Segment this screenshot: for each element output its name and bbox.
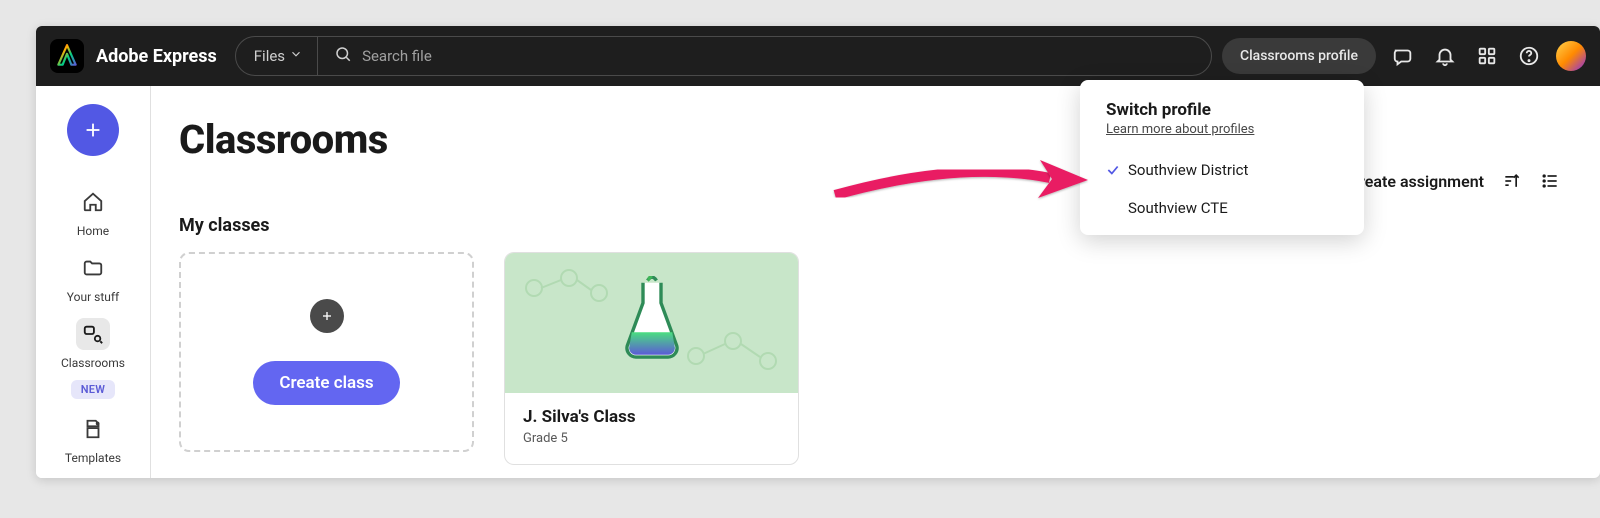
create-assignment-button[interactable]: Create assignment <box>1349 172 1484 191</box>
new-badge: NEW <box>71 380 116 399</box>
profile-button-label: Classrooms profile <box>1240 48 1358 64</box>
switch-profile-popover: Switch profile Learn more about profiles… <box>1080 80 1364 235</box>
bell-icon[interactable] <box>1430 41 1460 71</box>
sidebar-item-your-stuff[interactable]: Your stuff <box>42 246 144 310</box>
home-icon <box>76 186 110 218</box>
sidebar-item-label: Templates <box>65 451 121 465</box>
sidebar-item-home[interactable]: Home <box>42 180 144 244</box>
profile-option-label: Southview District <box>1128 161 1248 179</box>
sort-icon[interactable] <box>1502 171 1522 191</box>
templates-icon <box>76 413 110 445</box>
learn-more-link[interactable]: Learn more about profiles <box>1080 122 1364 151</box>
header-right: Classrooms profile <box>1222 38 1586 74</box>
class-subtitle: Grade 5 <box>523 431 780 446</box>
plus-icon <box>310 299 344 333</box>
classrooms-icon <box>76 318 110 350</box>
chevron-down-icon <box>289 47 303 65</box>
files-dropdown[interactable]: Files <box>236 37 318 75</box>
help-icon[interactable] <box>1514 41 1544 71</box>
left-sidebar: Home Your stuff Classrooms NEW Templ <box>36 86 151 478</box>
sidebar-item-classrooms[interactable]: Classrooms NEW <box>42 312 144 405</box>
user-avatar[interactable] <box>1556 41 1586 71</box>
chat-icon[interactable] <box>1388 41 1418 71</box>
files-dropdown-label: Files <box>254 47 285 65</box>
search-group: Files <box>235 36 1212 76</box>
folder-icon <box>76 252 110 284</box>
profile-option-label: Southview CTE <box>1128 199 1228 217</box>
create-class-button[interactable]: Create class <box>253 361 399 405</box>
cards-row: Create class <box>179 252 1560 465</box>
profile-switcher-button[interactable]: Classrooms profile <box>1222 38 1376 74</box>
brand[interactable]: Adobe Express <box>50 39 217 73</box>
class-thumbnail <box>505 253 798 393</box>
sidebar-item-label: Home <box>77 224 109 238</box>
apps-grid-icon[interactable] <box>1472 41 1502 71</box>
class-card-body: J. Silva's Class Grade 5 <box>505 393 798 464</box>
search-input[interactable] <box>362 47 1195 65</box>
search-box[interactable] <box>318 37 1211 75</box>
search-icon <box>334 45 352 67</box>
sidebar-item-label: Classrooms <box>61 356 125 370</box>
check-icon <box>1104 163 1122 177</box>
app-name: Adobe Express <box>96 46 217 67</box>
adobe-express-logo-icon <box>50 39 84 73</box>
app-body: Home Your stuff Classrooms NEW Templ <box>36 86 1600 478</box>
class-card[interactable]: J. Silva's Class Grade 5 <box>504 252 799 465</box>
global-header: Adobe Express Files Classrooms profile <box>36 26 1600 86</box>
sidebar-item-label: Your stuff <box>67 290 119 304</box>
main-content: Classrooms Create assignment My classes … <box>151 86 1600 478</box>
beaker-icon <box>617 276 687 370</box>
app-window: Adobe Express Files Classrooms profile <box>36 26 1600 478</box>
view-list-icon[interactable] <box>1540 171 1560 191</box>
class-name: J. Silva's Class <box>523 407 780 427</box>
sidebar-item-templates[interactable]: Templates <box>42 407 144 471</box>
create-new-fab[interactable] <box>67 104 119 156</box>
profile-option[interactable]: Southview CTE <box>1080 189 1364 227</box>
create-class-card[interactable]: Create class <box>179 252 474 452</box>
popover-title: Switch profile <box>1080 100 1364 122</box>
profile-option[interactable]: Southview District <box>1080 151 1364 189</box>
